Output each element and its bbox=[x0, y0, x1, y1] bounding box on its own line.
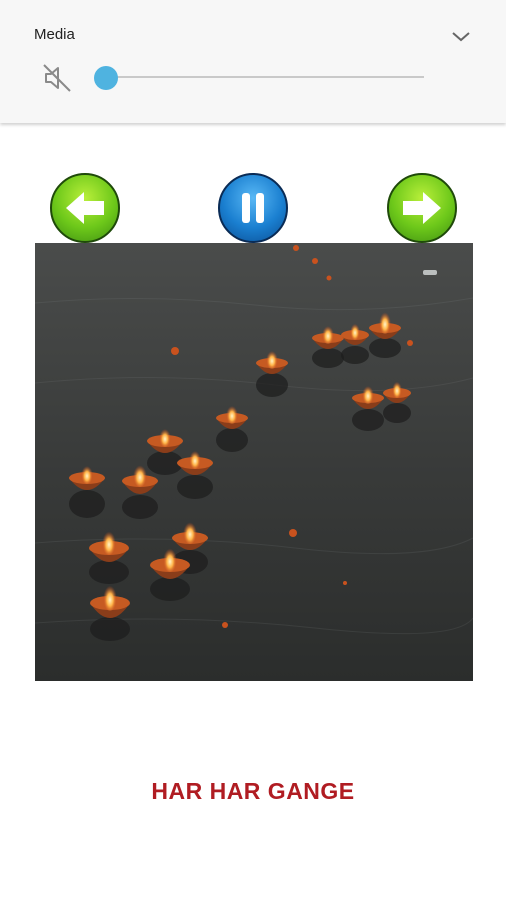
volume-mute-icon[interactable] bbox=[40, 61, 74, 95]
arrow-right-icon bbox=[403, 192, 441, 224]
media-volume-panel: Media bbox=[0, 0, 506, 123]
chevron-down-icon[interactable] bbox=[448, 26, 474, 46]
river-lamps-illustration bbox=[35, 243, 473, 681]
arrow-left-icon bbox=[66, 192, 104, 224]
next-button[interactable] bbox=[387, 173, 457, 243]
floating-diyas-image bbox=[35, 243, 473, 681]
pause-icon bbox=[242, 193, 264, 223]
previous-button[interactable] bbox=[50, 173, 120, 243]
song-title: HAR HAR GANGE bbox=[151, 778, 355, 804]
volume-slider-track[interactable] bbox=[106, 76, 424, 78]
volume-slider-thumb[interactable] bbox=[94, 66, 118, 90]
pause-button[interactable] bbox=[218, 173, 288, 243]
media-panel-title: Media bbox=[34, 26, 75, 43]
